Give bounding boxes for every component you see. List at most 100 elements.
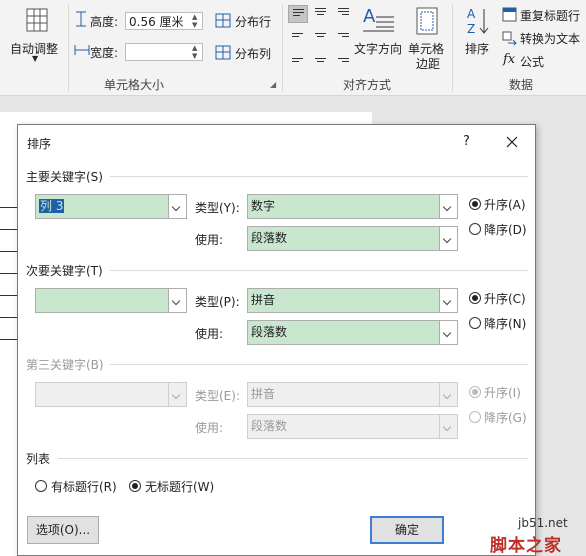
repeat-header-label: 重复标题行 [520, 9, 581, 23]
list-heading: 列表 [26, 452, 51, 466]
primary-use-label: 使用: [195, 233, 224, 247]
has-header-row-radio[interactable] [35, 480, 47, 492]
convert-to-text-button[interactable]: 转换为文本 [500, 29, 586, 47]
primary-ascending-radio[interactable] [469, 198, 481, 210]
options-button[interactable]: 选项(O)... [27, 516, 99, 544]
primary-use-select[interactable]: 段落数 [247, 226, 458, 251]
table-autofit-icon [26, 8, 48, 32]
tertiary-key-heading: 第三关键字(B) [26, 358, 104, 372]
secondary-key-select[interactable] [35, 288, 187, 313]
align-top-center-icon [315, 8, 326, 17]
align-middle-center-icon [315, 33, 326, 39]
ok-button[interactable]: 确定 [370, 516, 444, 544]
table-row-line [0, 207, 18, 208]
align-middle-right-button[interactable] [334, 28, 354, 46]
align-top-center-button[interactable] [311, 5, 331, 23]
sort-az-icon: A Z [467, 7, 489, 36]
autofit-button[interactable]: 自动调整 ▼ [6, 4, 66, 70]
table-row-line [0, 317, 18, 318]
sort-button[interactable]: A Z 排序 [460, 4, 494, 58]
dialog-launcher-icon[interactable]: ◢ [270, 80, 276, 89]
ribbon-separator [68, 4, 69, 92]
no-header-row-radio[interactable] [129, 480, 141, 492]
sort-label: 排序 [465, 42, 490, 56]
svg-text:Z: Z [467, 22, 475, 36]
align-middle-left-button[interactable] [288, 28, 308, 46]
dialog-title: 排序 [27, 137, 52, 151]
table-row-line [0, 295, 18, 296]
secondary-type-label: 类型(P): [195, 295, 240, 309]
chevron-down-icon [168, 289, 186, 312]
formula-button[interactable]: fx 公式 [500, 52, 560, 70]
chevron-down-icon [439, 195, 457, 218]
convert-to-text-icon [502, 31, 517, 45]
width-spin-down[interactable]: ▼ [192, 52, 197, 60]
align-bottom-center-icon [315, 58, 326, 64]
align-top-left-button[interactable] [288, 5, 308, 23]
height-spin-up[interactable]: ▲ [192, 13, 197, 21]
align-bottom-right-button[interactable] [334, 51, 354, 69]
tertiary-use-value: 段落数 [251, 419, 288, 433]
distribute-rows-button[interactable]: 分布行 [213, 11, 275, 31]
align-middle-center-button[interactable] [311, 28, 331, 46]
width-label: 宽度: [90, 46, 119, 60]
primary-descending-label[interactable]: 降序(D) [484, 221, 527, 238]
distribute-columns-button[interactable]: 分布列 [213, 43, 275, 63]
text-direction-button[interactable]: A 文字方向 [354, 4, 406, 56]
divider [58, 458, 528, 459]
distribute-columns-label: 分布列 [235, 47, 272, 61]
primary-type-select[interactable]: 数字 [247, 194, 458, 219]
align-middle-right-icon [338, 33, 349, 39]
height-spin-down[interactable]: ▼ [192, 21, 197, 29]
chevron-down-icon [439, 227, 457, 250]
align-bottom-left-icon [292, 58, 303, 64]
chevron-down-icon [439, 321, 457, 344]
tertiary-type-value: 拼音 [251, 387, 276, 401]
distribute-columns-icon [215, 45, 231, 60]
align-bottom-left-button[interactable] [288, 51, 308, 69]
formula-label: 公式 [520, 55, 545, 69]
tertiary-ascending-label: 升序(I) [484, 386, 521, 400]
tertiary-type-label: 类型(E): [195, 389, 240, 403]
primary-type-label: 类型(Y): [195, 201, 240, 215]
has-header-row-label[interactable]: 有标题行(R) [51, 478, 117, 495]
tertiary-key-select [35, 382, 187, 407]
height-label: 高度: [90, 15, 119, 29]
repeat-header-button[interactable]: 重复标题行 [500, 6, 586, 24]
secondary-descending-label[interactable]: 降序(N) [484, 315, 526, 332]
help-button[interactable]: ? [463, 134, 470, 149]
tertiary-descending-label: 降序(G) [484, 411, 527, 425]
group-data-label: 数据 [509, 78, 534, 92]
width-spin-up[interactable]: ▲ [192, 44, 197, 52]
divider [110, 176, 528, 177]
function-icon: fx [503, 52, 516, 67]
primary-use-value: 段落数 [251, 231, 288, 245]
secondary-ascending-radio[interactable] [469, 292, 481, 304]
column-width-icon [74, 45, 90, 55]
secondary-ascending-label[interactable]: 升序(C) [484, 290, 526, 307]
secondary-key-heading: 次要关键字(T) [26, 264, 103, 278]
distribute-rows-icon [215, 13, 231, 28]
secondary-type-select[interactable]: 拼音 [247, 288, 458, 313]
distribute-rows-label: 分布行 [235, 15, 272, 29]
secondary-use-select[interactable]: 段落数 [247, 320, 458, 345]
group-cell-size-label: 单元格大小 [104, 78, 165, 92]
no-header-row-label[interactable]: 无标题行(W) [145, 478, 214, 495]
primary-key-select[interactable]: 列 3 [35, 194, 187, 219]
text-direction-label: 文字方向 [354, 42, 403, 56]
cell-margins-button[interactable]: 单元格 边距 [408, 4, 448, 72]
chevron-down-icon [439, 289, 457, 312]
chevron-down-icon [168, 195, 186, 218]
secondary-descending-radio[interactable] [469, 317, 481, 329]
divider [110, 270, 528, 271]
table-row-line [0, 229, 18, 230]
watermark-site: jb51.net [518, 516, 568, 530]
align-bottom-center-button[interactable] [311, 51, 331, 69]
primary-descending-radio[interactable] [469, 223, 481, 235]
align-top-left-icon [293, 9, 304, 18]
cell-margins-label-line2: 边距 [416, 57, 441, 71]
align-top-right-button[interactable] [334, 5, 354, 23]
sort-dialog: 排序 ? 主要关键字(S) 列 3 类型(Y): 数字 使用: 段落数 升序(A… [17, 124, 536, 556]
close-icon[interactable] [506, 136, 518, 148]
primary-ascending-label[interactable]: 升序(A) [484, 196, 526, 213]
